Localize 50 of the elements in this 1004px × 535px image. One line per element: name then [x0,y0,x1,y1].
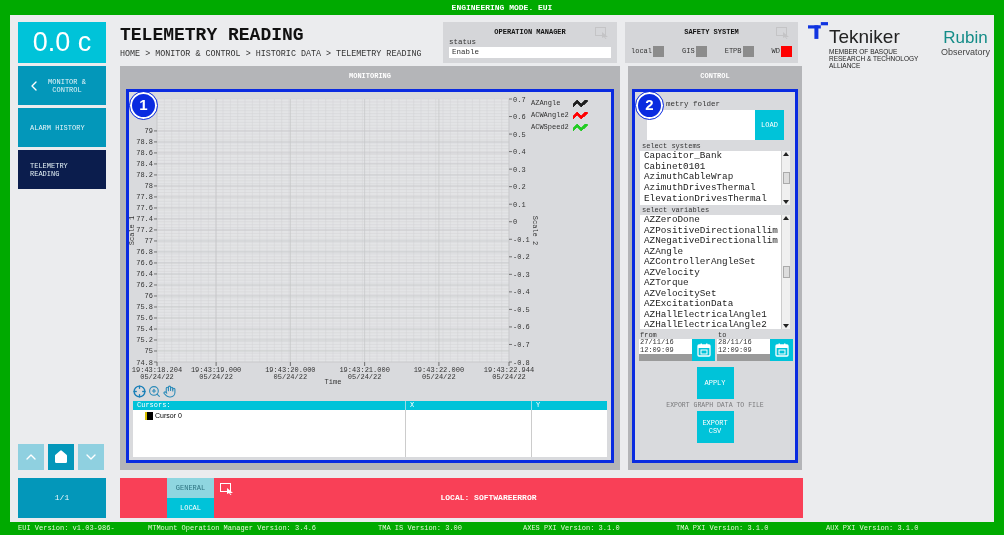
list-item[interactable]: AZHallElectricalAngle2 [644,320,781,329]
list-item[interactable]: Cabinet0101 [644,161,781,173]
scrollbar[interactable] [781,215,790,329]
scrollbar[interactable] [781,151,790,205]
logo-name: Rubin [943,29,988,47]
list-item[interactable]: AZVelocitySet [644,288,781,299]
page-title: TELEMETRY READING [120,26,305,44]
logo-name: Tekniker [828,27,901,47]
cursor-marker-icon [145,412,153,420]
variables-list[interactable]: AZZeroDone AZPositiveDirectionallim AZNegativeDirectionallim AZAngle AZControllerAngleSet AZVelocity AZTorque AZVelocitySet AZExcitationData AZHallElectricalAngle1 AZHallElectricalAngle2 [640,215,790,329]
logo-subtitle: Observatory [940,47,990,58]
scrollbar-thumb[interactable] [782,266,790,278]
list-item[interactable]: AZTorque [644,278,781,289]
list-item[interactable]: AZHallElectricalAngle1 [644,309,781,320]
zoom-icon[interactable] [148,384,161,398]
list-item[interactable]: AZPositiveDirectionallim [644,225,781,236]
list-item[interactable]: AZControllerAngleSet [644,257,781,268]
hand-icon[interactable] [163,384,176,398]
list-item[interactable]: AZAngle [644,246,781,257]
alarm-message: LOCAL: SOFTWAREERROR [439,492,538,504]
list-item[interactable]: Capacitor_Bank [644,151,781,162]
scroll-down-icon[interactable] [783,199,789,205]
cursor-select-icon[interactable] [220,483,234,495]
home-button[interactable] [48,444,74,470]
temperature-display: 0.0 c [18,22,106,63]
window-title: ENGINEERING MODE. EUI [451,1,553,14]
tekniker-logo-icon [807,22,828,39]
section-marker: 1 [130,92,157,119]
systems-list[interactable]: Capacitor_Bank Cabinet0101 AzimuthCableWrap AzimuthDrivesThermal ElevationDrivesThermal [640,151,790,205]
scroll-down-icon[interactable] [783,323,789,329]
scroll-up-icon[interactable] [783,151,789,157]
list-item[interactable]: AZZeroDone [644,215,781,226]
list-item[interactable]: AZVelocity [644,267,781,278]
list-item[interactable]: AZNegativeDirectionallim [644,236,781,247]
list-item[interactable]: AZExcitationData [644,299,781,310]
section-marker: 2 [636,92,663,119]
calendar-icon [696,343,711,357]
list-item[interactable]: AzimuthCableWrap [644,172,781,184]
page-indicator: 1/1 [18,478,106,518]
calendar-button[interactable] [692,339,715,361]
list-item[interactable]: AzimuthDrivesThermal [644,183,781,194]
breadcrumb: HOME > MONITOR & CONTROL > HISTORIC DATA > TELEMETRY READING [120,48,423,61]
scroll-up-icon[interactable] [783,215,789,221]
folder-field[interactable] [647,110,755,140]
home-icon [53,449,69,465]
calendar-button[interactable] [770,339,793,361]
crosshair-icon[interactable] [133,384,146,398]
calendar-icon [774,343,789,357]
scrollbar-thumb[interactable] [782,172,790,184]
list-item[interactable]: ElevationDrivesThermal [644,193,781,205]
